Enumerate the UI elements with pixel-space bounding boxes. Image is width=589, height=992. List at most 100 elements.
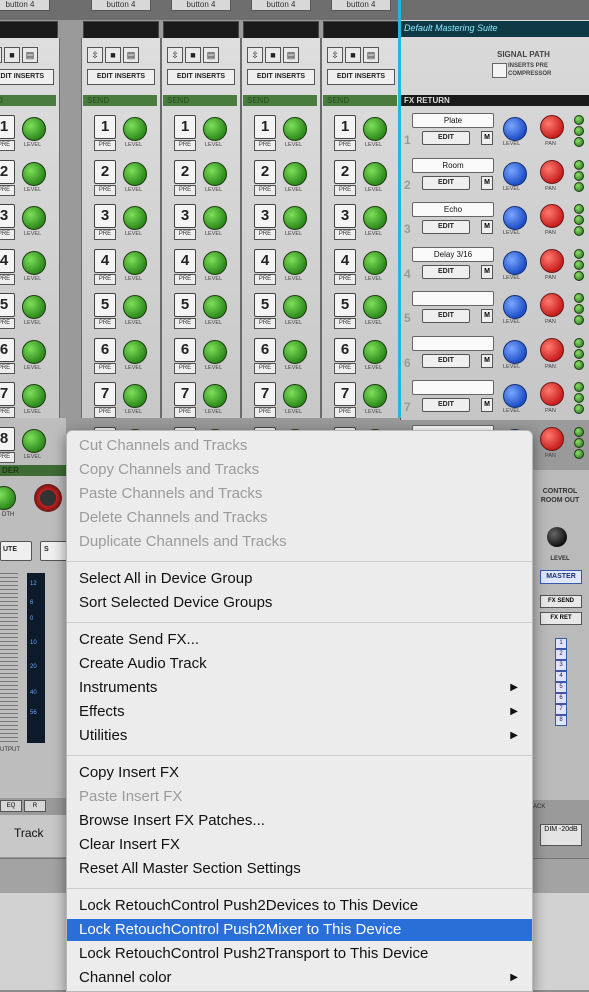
- master-button[interactable]: MASTER: [540, 570, 582, 584]
- fx-pan-knob[interactable]: [540, 382, 564, 406]
- insert-save-icon[interactable]: ▤: [363, 47, 379, 63]
- send-level-knob[interactable]: [22, 117, 46, 141]
- send-level-knob[interactable]: [123, 117, 147, 141]
- fx-mute-button[interactable]: M: [481, 220, 493, 234]
- insert-folder-icon[interactable]: ■: [4, 47, 20, 63]
- control-room-channel-button[interactable]: 2: [555, 649, 567, 660]
- pre-button[interactable]: PRE: [0, 407, 15, 418]
- fx-edit-button[interactable]: EDIT: [422, 175, 470, 190]
- pre-button[interactable]: PRE: [254, 407, 276, 418]
- send-level-knob[interactable]: [203, 206, 227, 230]
- menu-item-select-all-in-device-group[interactable]: Select All in Device Group: [67, 568, 532, 590]
- insert-up-down-icon[interactable]: ⇳: [0, 47, 2, 63]
- send-level-knob[interactable]: [22, 250, 46, 275]
- send-level-knob[interactable]: [203, 384, 227, 408]
- pre-button[interactable]: PRE: [334, 407, 356, 418]
- inserts-pre-compressor-checkbox[interactable]: [492, 63, 507, 78]
- menu-item-effects[interactable]: Effects ▶: [67, 701, 532, 723]
- edit-inserts-button[interactable]: EDIT INSERTS: [87, 69, 155, 85]
- pre-button[interactable]: PRE: [174, 362, 196, 374]
- menu-item-clear-insert-fx[interactable]: Clear Insert FX: [67, 834, 532, 856]
- control-room-channel-button[interactable]: 4: [555, 671, 567, 682]
- send-level-knob[interactable]: [22, 384, 46, 408]
- pre-button[interactable]: PRE: [94, 407, 116, 418]
- send-level-knob[interactable]: [22, 295, 46, 319]
- fx-edit-button[interactable]: EDIT: [422, 398, 470, 412]
- fx-ret-button[interactable]: FX RET: [540, 612, 582, 625]
- pre-button[interactable]: PRE: [254, 140, 276, 151]
- fx-level-knob[interactable]: [503, 295, 527, 319]
- send-level-knob[interactable]: [22, 339, 46, 364]
- fx-pan-knob[interactable]: [540, 248, 564, 273]
- insert-save-icon[interactable]: ▤: [22, 47, 38, 63]
- send-level-knob[interactable]: [363, 206, 387, 230]
- menu-item-lock-retouchcontrol-push2devices-to-this-device[interactable]: Lock RetouchControl Push2Devices to This…: [67, 895, 532, 917]
- menu-item-create-send-fx[interactable]: Create Send FX...: [67, 629, 532, 651]
- top-button-5[interactable]: button 4: [331, 0, 391, 11]
- menu-item-instruments[interactable]: Instruments ▶: [67, 677, 532, 699]
- fx-edit-button[interactable]: EDIT: [422, 353, 470, 368]
- top-button-2[interactable]: button 4: [91, 0, 151, 11]
- edit-inserts-button[interactable]: EDIT INSERTS: [247, 69, 315, 85]
- control-room-level-knob[interactable]: [547, 527, 567, 547]
- pre-button[interactable]: PRE: [94, 362, 116, 374]
- send-level-knob[interactable]: [123, 206, 147, 230]
- pre-button[interactable]: PRE: [0, 229, 15, 240]
- top-button-4[interactable]: button 4: [251, 0, 311, 11]
- control-room-channel-button[interactable]: 1: [555, 638, 567, 649]
- fx-pan-knob[interactable]: [540, 159, 564, 184]
- send-level-knob[interactable]: [203, 250, 227, 275]
- fx-pan-knob[interactable]: [540, 115, 564, 139]
- fx-pan-knob[interactable]: [540, 293, 564, 317]
- send-level-knob[interactable]: [283, 384, 307, 408]
- fx-mute-button[interactable]: M: [481, 309, 493, 323]
- pre-button[interactable]: PRE: [254, 318, 276, 329]
- r-button[interactable]: R: [24, 800, 46, 812]
- pre-button[interactable]: PRE: [0, 362, 15, 374]
- top-button-1[interactable]: button 4: [0, 0, 50, 11]
- fx-level-knob[interactable]: [503, 161, 527, 186]
- fx-mute-button[interactable]: M: [481, 264, 493, 279]
- insert-save-icon[interactable]: ▤: [123, 47, 139, 63]
- menu-item-delete-channels-and-tracks[interactable]: Delete Channels and Tracks: [67, 507, 532, 529]
- pre-button[interactable]: PRE: [94, 140, 116, 151]
- pre-button[interactable]: PRE: [94, 273, 116, 285]
- send-level-knob[interactable]: [363, 295, 387, 319]
- send-level-knob[interactable]: [123, 339, 147, 364]
- control-room-channel-button[interactable]: 8: [555, 715, 567, 726]
- pre-button[interactable]: PRE: [0, 318, 15, 329]
- pre-button[interactable]: PRE: [334, 140, 356, 151]
- insert-up-down-icon[interactable]: ⇳: [167, 47, 183, 63]
- control-room-channel-button[interactable]: 3: [555, 660, 567, 671]
- control-room-channel-button[interactable]: 7: [555, 704, 567, 715]
- fx-level-knob[interactable]: [503, 339, 527, 364]
- send-level-knob[interactable]: [123, 250, 147, 275]
- fx-level-knob[interactable]: [503, 384, 527, 408]
- menu-item-create-audio-track[interactable]: Create Audio Track: [67, 653, 532, 675]
- send-level-knob[interactable]: [283, 206, 307, 230]
- pre-button[interactable]: PRE: [334, 318, 356, 329]
- send-level-knob[interactable]: [22, 161, 46, 186]
- fx-edit-button[interactable]: EDIT: [422, 131, 470, 145]
- fx-mute-button[interactable]: M: [481, 398, 493, 412]
- red-dial[interactable]: [34, 484, 62, 512]
- pre-button[interactable]: PRE: [174, 318, 196, 329]
- pre-button[interactable]: PRE: [334, 362, 356, 374]
- menu-item-lock-retouchcontrol-push2transport-to-this-device[interactable]: Lock RetouchControl Push2Transport to Th…: [67, 943, 532, 965]
- menu-item-copy-insert-fx[interactable]: Copy Insert FX: [67, 762, 532, 784]
- pre-button[interactable]: PRE: [0, 184, 15, 196]
- menu-item-cut-channels-and-tracks[interactable]: Cut Channels and Tracks: [67, 435, 532, 457]
- send-level-knob[interactable]: [363, 161, 387, 186]
- send-level-knob[interactable]: [203, 117, 227, 141]
- send-level-knob[interactable]: [22, 428, 46, 453]
- control-room-channel-button[interactable]: 6: [555, 693, 567, 704]
- insert-up-down-icon[interactable]: ⇳: [327, 47, 343, 63]
- fx-pan-knob[interactable]: [540, 426, 564, 451]
- fx-mute-button[interactable]: M: [481, 353, 493, 368]
- send-level-knob[interactable]: [283, 339, 307, 364]
- pre-button[interactable]: PRE: [254, 273, 276, 285]
- menu-item-lock-retouchcontrol-push2mixer-to-this-device[interactable]: Lock RetouchControl Push2Mixer to This D…: [67, 919, 532, 941]
- insert-folder-icon[interactable]: ■: [105, 47, 121, 63]
- pre-button[interactable]: PRE: [174, 140, 196, 151]
- top-button-3[interactable]: button 4: [171, 0, 231, 11]
